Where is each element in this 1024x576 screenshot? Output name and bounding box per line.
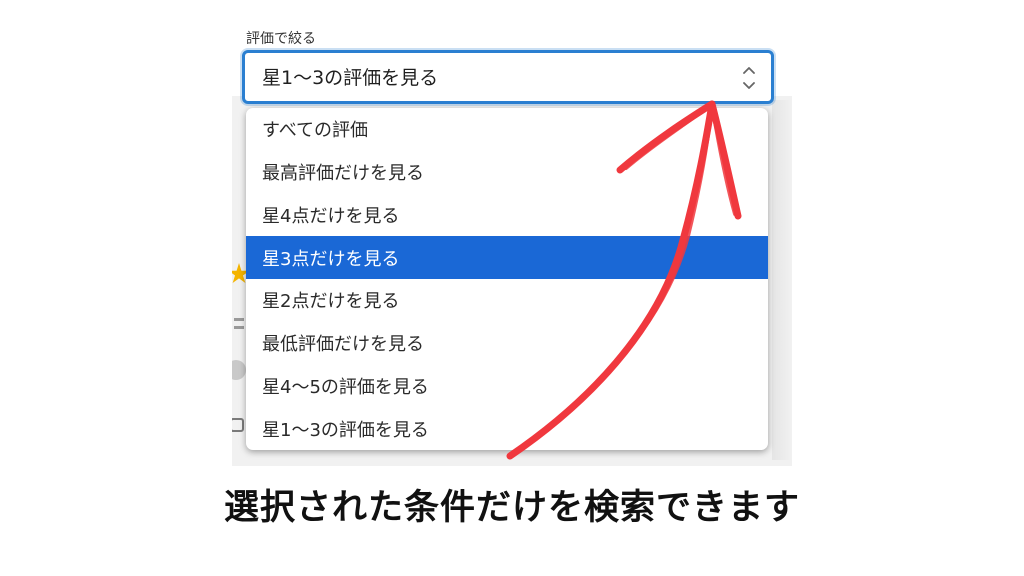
- caption-text: 選択された条件だけを検索できます: [223, 488, 800, 528]
